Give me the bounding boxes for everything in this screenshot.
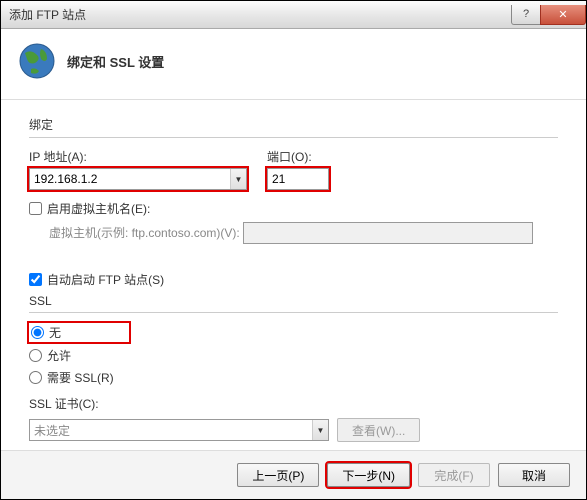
- cancel-button[interactable]: 取消: [498, 463, 570, 487]
- ip-input[interactable]: [30, 172, 230, 186]
- content-area: 绑定 IP 地址(A): ▼ 端口(O): 启用虚拟主机名(E): 虚拟主机(示…: [1, 100, 586, 450]
- autostart-checkbox[interactable]: [29, 273, 42, 286]
- chevron-down-icon[interactable]: ▼: [312, 420, 328, 440]
- ssl-cert-combo[interactable]: ▼: [29, 419, 329, 441]
- vhost-enable-label: 启用虚拟主机名(E):: [47, 200, 150, 217]
- chevron-down-icon[interactable]: ▼: [230, 169, 246, 189]
- vhost-input: [243, 222, 533, 244]
- ssl-allow-radio[interactable]: [29, 349, 42, 362]
- titlebar-buttons: ? ✕: [512, 5, 586, 25]
- ssl-group-label: SSL: [29, 294, 558, 308]
- next-button[interactable]: 下一步(N): [327, 463, 410, 487]
- titlebar: 添加 FTP 站点 ? ✕: [1, 1, 586, 29]
- vhost-enable-checkbox-row[interactable]: 启用虚拟主机名(E):: [29, 200, 558, 217]
- ssl-group-divider: [29, 312, 558, 313]
- ssl-none-radio[interactable]: [31, 326, 44, 339]
- vhost-section: 虚拟主机(示例: ftp.contoso.com)(V):: [49, 222, 558, 244]
- globe-icon: [17, 41, 57, 81]
- ssl-allow-row[interactable]: 允许: [29, 347, 558, 364]
- view-cert-button: 查看(W)...: [337, 418, 420, 442]
- dialog-footer: 上一页(P) 下一步(N) 完成(F) 取消: [1, 450, 586, 499]
- page-title: 绑定和 SSL 设置: [67, 52, 164, 71]
- ssl-group: SSL 无 允许 需要 SSL(R) SSL 证书(C): ▼: [29, 294, 558, 442]
- ssl-require-row[interactable]: 需要 SSL(R): [29, 369, 558, 386]
- autostart-checkbox-row[interactable]: 自动启动 FTP 站点(S): [29, 271, 558, 288]
- finish-button: 完成(F): [418, 463, 490, 487]
- ssl-cert-input[interactable]: [30, 423, 312, 437]
- binding-group-divider: [29, 137, 558, 138]
- ssl-require-label: 需要 SSL(R): [47, 369, 114, 386]
- port-label: 端口(O):: [267, 148, 329, 165]
- ssl-require-radio[interactable]: [29, 371, 42, 384]
- window-title: 添加 FTP 站点: [9, 6, 512, 23]
- ssl-cert-row: ▼ 查看(W)...: [29, 418, 558, 442]
- ip-field: IP 地址(A): ▼: [29, 148, 247, 190]
- vhost-enable-checkbox[interactable]: [29, 202, 42, 215]
- ssl-cert-label: SSL 证书(C):: [29, 397, 99, 411]
- ssl-none-row[interactable]: 无: [29, 323, 129, 342]
- port-field: 端口(O):: [267, 148, 329, 190]
- help-button[interactable]: ?: [511, 5, 541, 25]
- autostart-label: 自动启动 FTP 站点(S): [47, 271, 164, 288]
- ip-port-row: IP 地址(A): ▼ 端口(O):: [29, 148, 558, 190]
- ip-label: IP 地址(A):: [29, 148, 247, 165]
- ssl-none-label: 无: [49, 324, 61, 341]
- ssl-allow-label: 允许: [47, 347, 71, 364]
- binding-group-label: 绑定: [29, 116, 558, 133]
- dialog-header: 绑定和 SSL 设置: [1, 29, 586, 100]
- port-input[interactable]: [267, 168, 329, 190]
- previous-button[interactable]: 上一页(P): [237, 463, 319, 487]
- ip-combo[interactable]: ▼: [29, 168, 247, 190]
- dialog-window: 添加 FTP 站点 ? ✕ 绑定和 SSL 设置 绑定 IP 地址(A): ▼: [0, 0, 587, 500]
- close-button[interactable]: ✕: [540, 5, 586, 25]
- vhost-label: 虚拟主机(示例: ftp.contoso.com)(V):: [49, 226, 240, 240]
